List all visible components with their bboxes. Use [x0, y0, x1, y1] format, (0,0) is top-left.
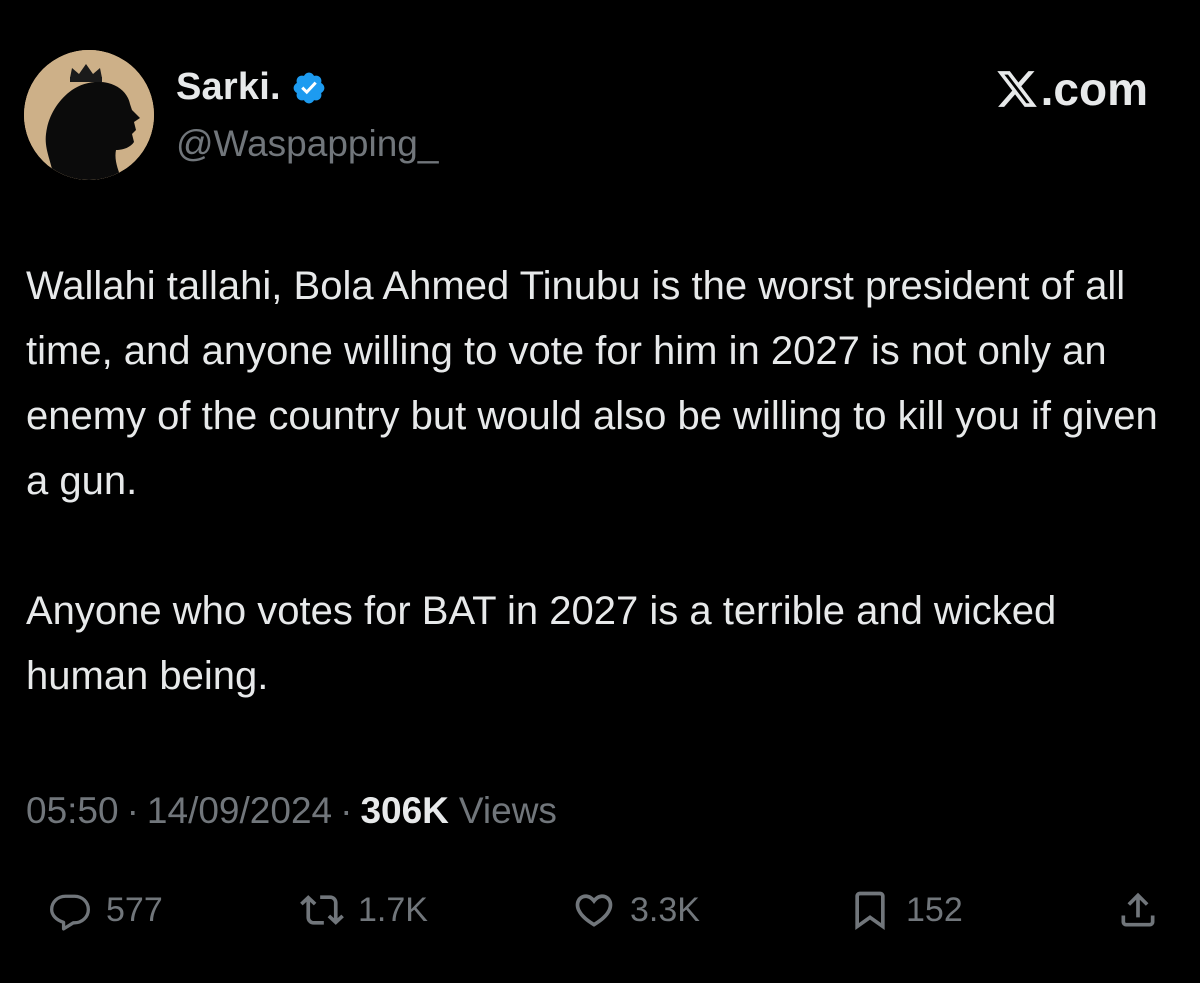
meta-separator: · [340, 790, 353, 831]
x-brand: .com [995, 62, 1148, 116]
reply-count: 577 [106, 890, 163, 929]
verified-badge-icon [291, 70, 327, 106]
author-name-row[interactable]: Sarki. [176, 66, 327, 109]
bookmark-count: 152 [906, 890, 963, 929]
author-handle[interactable]: @Waspapping_ [176, 123, 438, 165]
tweet-time[interactable]: 05:50 [26, 790, 119, 832]
heart-icon [575, 894, 613, 927]
repost-count: 1.7K [358, 890, 428, 929]
meta-separator: · [126, 790, 139, 831]
silhouette-avatar-icon [24, 50, 154, 180]
share-icon [1121, 892, 1155, 927]
bookmark-icon [855, 891, 885, 931]
views-count[interactable]: 306K [360, 790, 448, 832]
reply-button[interactable]: 577 [48, 880, 163, 940]
reply-icon [50, 894, 90, 931]
brand-label: .com [1040, 63, 1148, 115]
views-label: Views [458, 790, 557, 831]
avatar[interactable] [24, 50, 154, 180]
tweet-meta: 05:50 · 14/09/2024 · 306K Views [26, 790, 557, 832]
tweet-text: Wallahi tallahi, Bola Ahmed Tinubu is th… [26, 254, 1166, 709]
x-logo-icon [996, 71, 1037, 107]
tweet-paragraph: Wallahi tallahi, Bola Ahmed Tinubu is th… [26, 264, 1158, 503]
display-name[interactable]: Sarki. [176, 66, 281, 109]
bookmark-button[interactable]: 152 [848, 880, 963, 940]
like-count: 3.3K [630, 890, 700, 929]
share-button[interactable] [1116, 880, 1160, 940]
repost-button[interactable]: 1.7K [300, 880, 428, 940]
like-button[interactable]: 3.3K [572, 880, 700, 940]
action-bar: 577 1.7K 3.3K 152 [0, 880, 1200, 940]
tweet-paragraph: Anyone who votes for BAT in 2027 is a te… [26, 589, 1057, 698]
repost-icon [300, 895, 344, 925]
tweet-date[interactable]: 14/09/2024 [147, 790, 332, 832]
